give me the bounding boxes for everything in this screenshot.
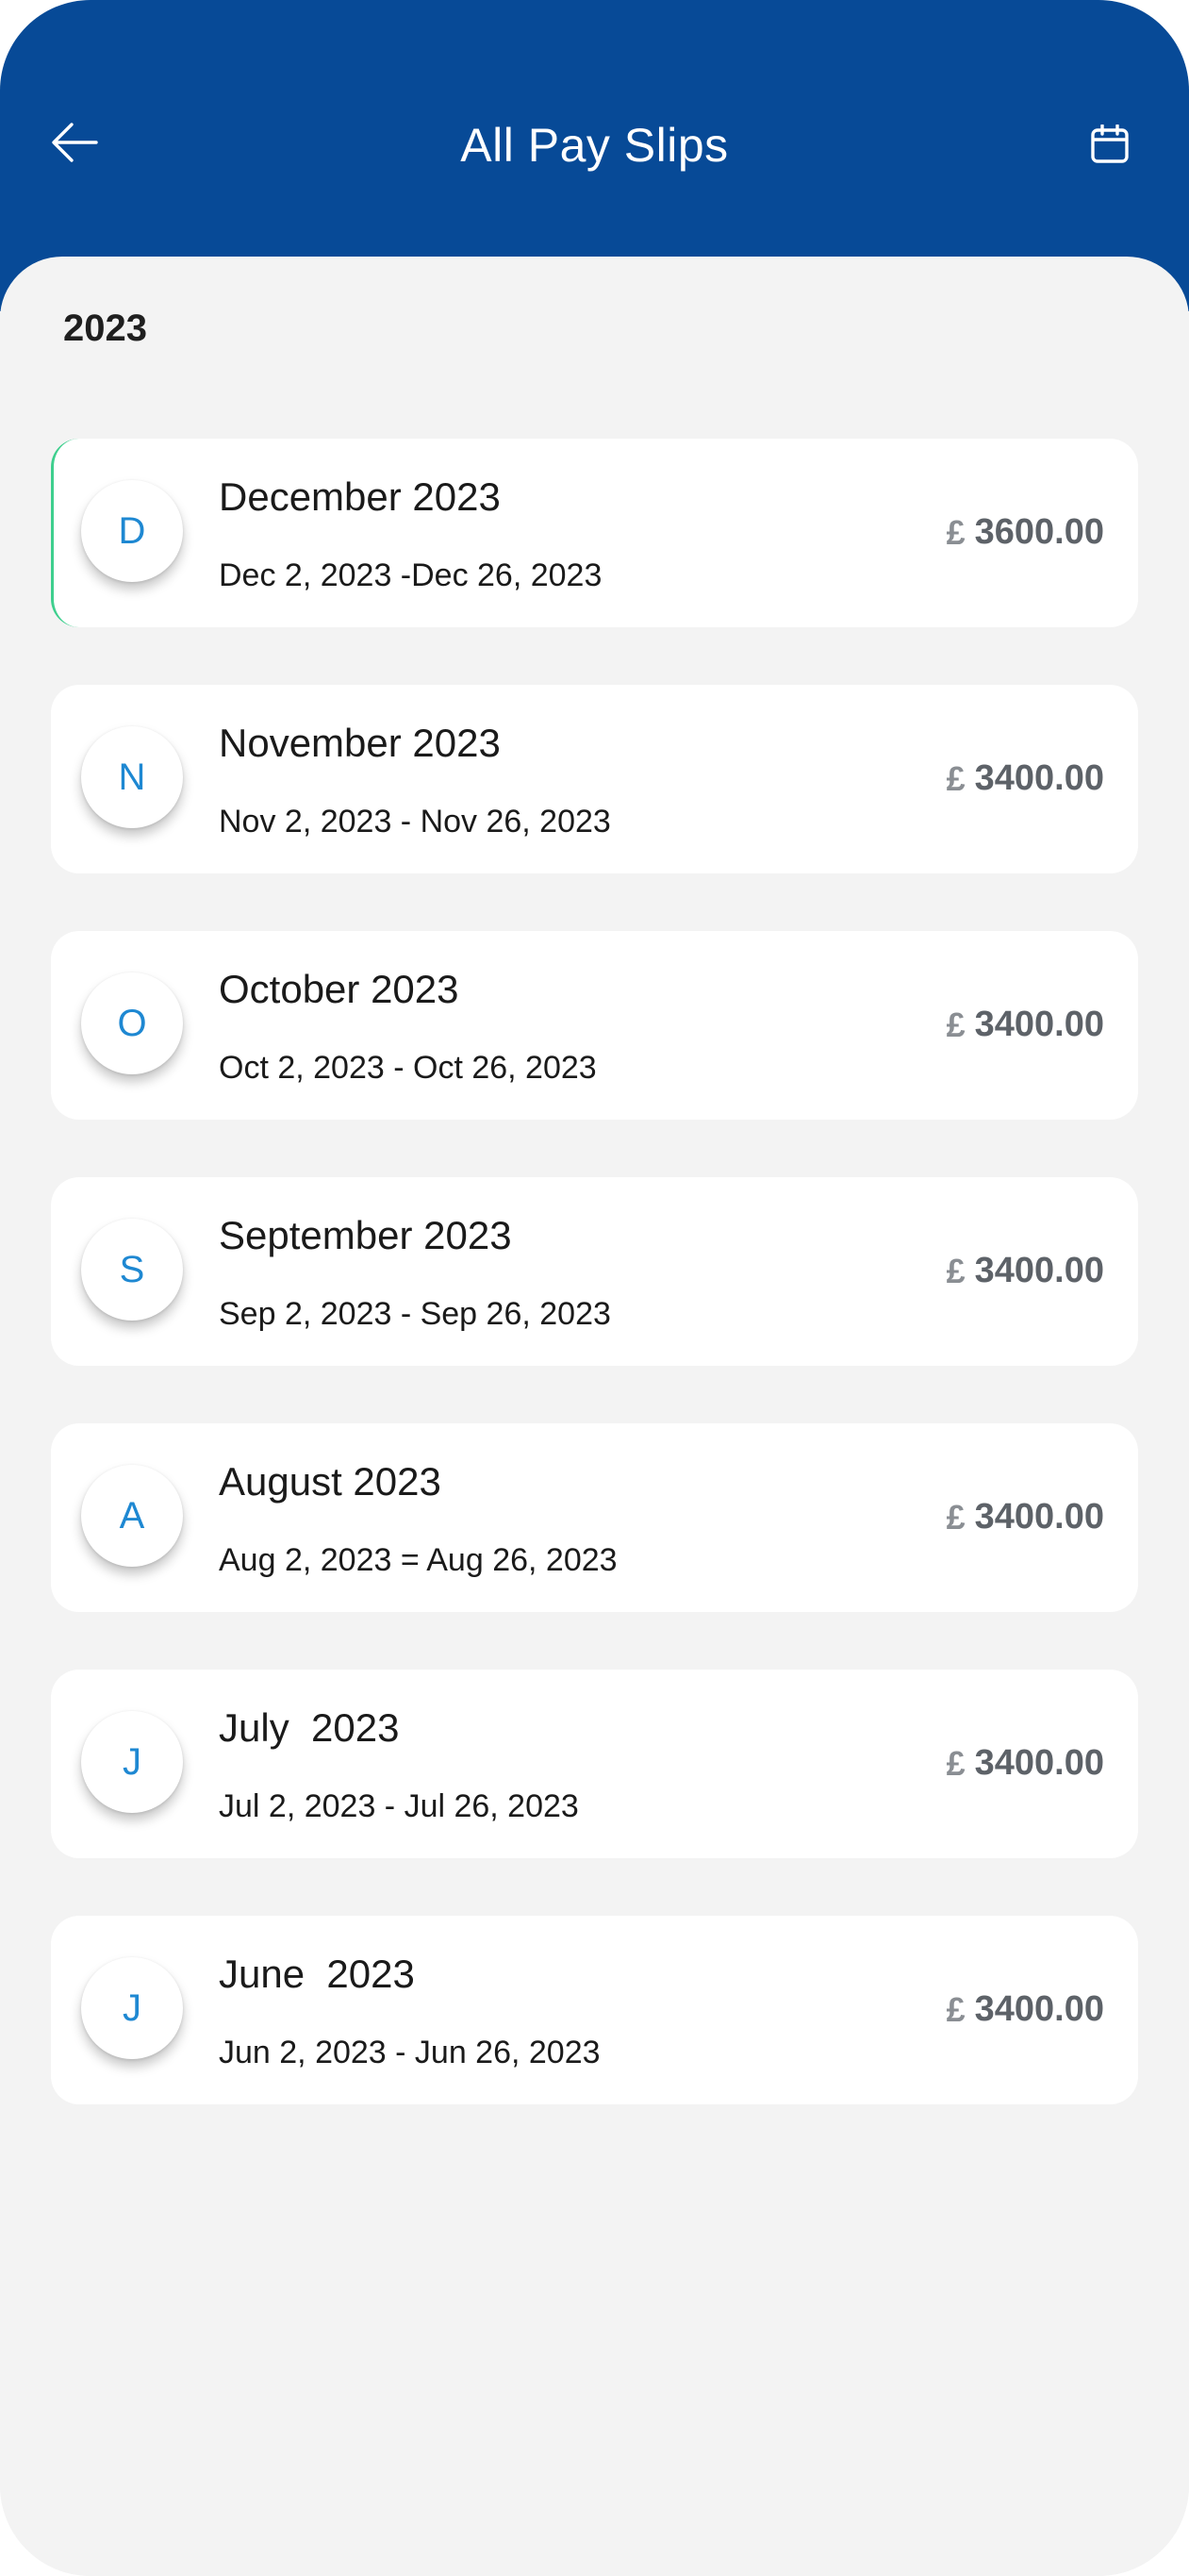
month-initial: J (123, 1740, 141, 1783)
payslip-date-range: Oct 2, 2023 - Oct 26, 2023 (219, 1050, 597, 1086)
calendar-button[interactable] (1084, 121, 1135, 172)
payslip-date-range: Jun 2, 2023 - Jun 26, 2023 (219, 2035, 601, 2070)
month-initial-avatar: S (81, 1219, 183, 1321)
payslip-date-range: Dec 2, 2023 -Dec 26, 2023 (219, 557, 603, 593)
month-initial: N (118, 756, 146, 798)
payslip-month: August 2023 (219, 1459, 441, 1504)
amount-value: 3600.00 (974, 512, 1104, 552)
currency-symbol: £ (946, 512, 966, 552)
payslip-date-range: Aug 2, 2023 = Aug 26, 2023 (219, 1542, 618, 1578)
amount-value: 3400.00 (974, 1989, 1104, 2029)
payslip-list: D December 2023 Dec 2, 2023 -Dec 26, 202… (51, 439, 1138, 2162)
payslip-card[interactable]: A August 2023 Aug 2, 2023 = Aug 26, 2023… (51, 1423, 1138, 1612)
payslip-content: 2023 D December 2023 Dec 2, 2023 -Dec 26… (0, 257, 1189, 2576)
month-initial: A (119, 1494, 145, 1537)
currency-symbol: £ (946, 1251, 966, 1290)
payslip-amount: £ 3600.00 (947, 512, 1104, 553)
payslip-month: September 2023 (219, 1213, 512, 1257)
amount-value: 3400.00 (974, 1251, 1104, 1290)
currency-symbol: £ (946, 1005, 966, 1044)
payslip-month: July 2023 (219, 1705, 400, 1750)
month-initial-avatar: N (81, 726, 183, 828)
page-title: All Pay Slips (460, 119, 729, 172)
payslip-amount: £ 3400.00 (947, 1989, 1104, 2030)
month-initial-avatar: D (81, 480, 183, 582)
payslip-card[interactable]: O October 2023 Oct 2, 2023 - Oct 26, 202… (51, 931, 1138, 1120)
payslip-month: November 2023 (219, 721, 501, 765)
payslip-amount: £ 3400.00 (947, 1251, 1104, 1291)
year-heading: 2023 (63, 307, 147, 349)
payslip-amount: £ 3400.00 (947, 1497, 1104, 1537)
payslip-card[interactable]: J July 2023 Jul 2, 2023 - Jul 26, 2023 £… (51, 1670, 1138, 1858)
payslip-card[interactable]: N November 2023 Nov 2, 2023 - Nov 26, 20… (51, 685, 1138, 873)
amount-value: 3400.00 (974, 1005, 1104, 1044)
payslip-card[interactable]: J June 2023 Jun 2, 2023 - Jun 26, 2023 £… (51, 1916, 1138, 2104)
month-initial-avatar: O (81, 972, 183, 1074)
amount-value: 3400.00 (974, 1497, 1104, 1537)
calendar-icon (1090, 123, 1130, 169)
payslip-date-range: Jul 2, 2023 - Jul 26, 2023 (219, 1788, 579, 1824)
payslip-date-range: Sep 2, 2023 - Sep 26, 2023 (219, 1296, 611, 1332)
payslip-month: December 2023 (219, 474, 501, 519)
currency-symbol: £ (946, 758, 966, 798)
payslip-month: October 2023 (219, 967, 459, 1011)
currency-symbol: £ (946, 1743, 966, 1783)
payslip-date-range: Nov 2, 2023 - Nov 26, 2023 (219, 804, 611, 839)
amount-value: 3400.00 (974, 758, 1104, 798)
payslip-amount: £ 3400.00 (947, 1743, 1104, 1784)
currency-symbol: £ (946, 1497, 966, 1537)
month-initial-avatar: J (81, 1711, 183, 1813)
currency-symbol: £ (946, 1989, 966, 2029)
payslip-amount: £ 3400.00 (947, 1005, 1104, 1045)
month-initial: J (123, 1986, 141, 2029)
payslip-card[interactable]: S September 2023 Sep 2, 2023 - Sep 26, 2… (51, 1177, 1138, 1366)
month-initial: O (117, 1002, 147, 1044)
payslip-card[interactable]: D December 2023 Dec 2, 2023 -Dec 26, 202… (51, 439, 1138, 627)
app-screen: All Pay Slips 2023 D December 2023 Dec 2… (0, 0, 1189, 2576)
amount-value: 3400.00 (974, 1743, 1104, 1783)
month-initial: D (118, 509, 146, 552)
payslip-amount: £ 3400.00 (947, 758, 1104, 799)
month-initial-avatar: J (81, 1957, 183, 2059)
payslip-month: June 2023 (219, 1952, 415, 1996)
month-initial: S (119, 1248, 145, 1290)
month-initial-avatar: A (81, 1465, 183, 1567)
